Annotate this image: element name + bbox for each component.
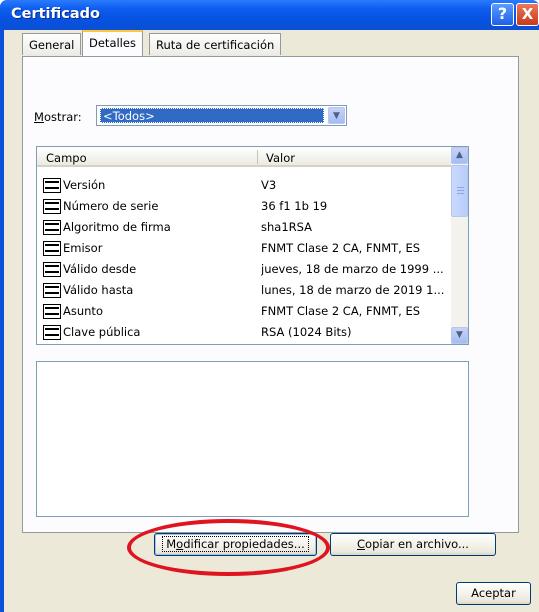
list-row[interactable]: Número de serie 36 f1 1b 19 <box>37 197 453 216</box>
list-row[interactable]: Válido desde jueves, 18 de marzo de 1999… <box>37 260 453 279</box>
show-dropdown-value: <Todos> <box>100 108 324 123</box>
title-bar[interactable]: Certificado ? X <box>0 0 539 30</box>
field-icon <box>43 220 61 235</box>
list-row[interactable]: Versión V3 <box>37 176 453 195</box>
scroll-thumb[interactable] <box>451 165 468 217</box>
list-row[interactable]: Válido hasta lunes, 18 de marzo de 2019 … <box>37 281 453 300</box>
column-header-campo[interactable]: Campo <box>46 151 87 165</box>
field-icon <box>43 283 61 298</box>
window-title: Certificado <box>11 6 100 22</box>
list-row[interactable]: Emisor FNMT Clase 2 CA, FNMT, ES <box>37 239 453 258</box>
tab-general[interactable]: General <box>22 33 82 55</box>
list-vertical-scrollbar[interactable]: ▲ ▼ <box>451 147 468 344</box>
chevron-down-icon[interactable]: ▼ <box>328 107 345 124</box>
field-detail-textbox[interactable] <box>36 361 469 517</box>
list-header: Campo Valor <box>37 147 453 167</box>
scroll-up-icon[interactable]: ▲ <box>451 147 468 164</box>
list-row[interactable]: Algoritmo de firma sha1RSA <box>37 218 453 237</box>
field-icon <box>43 325 61 340</box>
show-label: Mostrar: <box>34 110 82 124</box>
edit-properties-button[interactable]: Modificar propiedades... <box>154 533 317 556</box>
copy-to-file-button[interactable]: Copiar en archivo... <box>330 533 496 556</box>
scroll-down-icon[interactable]: ▼ <box>451 327 468 344</box>
help-button[interactable]: ? <box>491 3 514 26</box>
field-icon <box>43 304 61 319</box>
show-dropdown[interactable]: <Todos> ▼ <box>96 105 347 126</box>
list-row[interactable]: Clave pública RSA (1024 Bits) <box>37 323 453 342</box>
close-button[interactable]: X <box>516 3 539 26</box>
fields-list[interactable]: Campo Valor Versión V3 Número de serie 3… <box>36 146 469 345</box>
column-header-valor[interactable]: Valor <box>266 151 295 165</box>
ok-button[interactable]: Aceptar <box>456 582 531 605</box>
tab-details[interactable]: Detalles <box>82 30 143 56</box>
field-icon <box>43 241 61 256</box>
field-icon <box>43 178 61 193</box>
field-icon <box>43 262 61 277</box>
field-icon <box>43 199 61 214</box>
list-row[interactable]: Asunto FNMT Clase 2 CA, FNMT, ES <box>37 302 453 321</box>
tab-certification-path[interactable]: Ruta de certificación <box>149 33 282 55</box>
